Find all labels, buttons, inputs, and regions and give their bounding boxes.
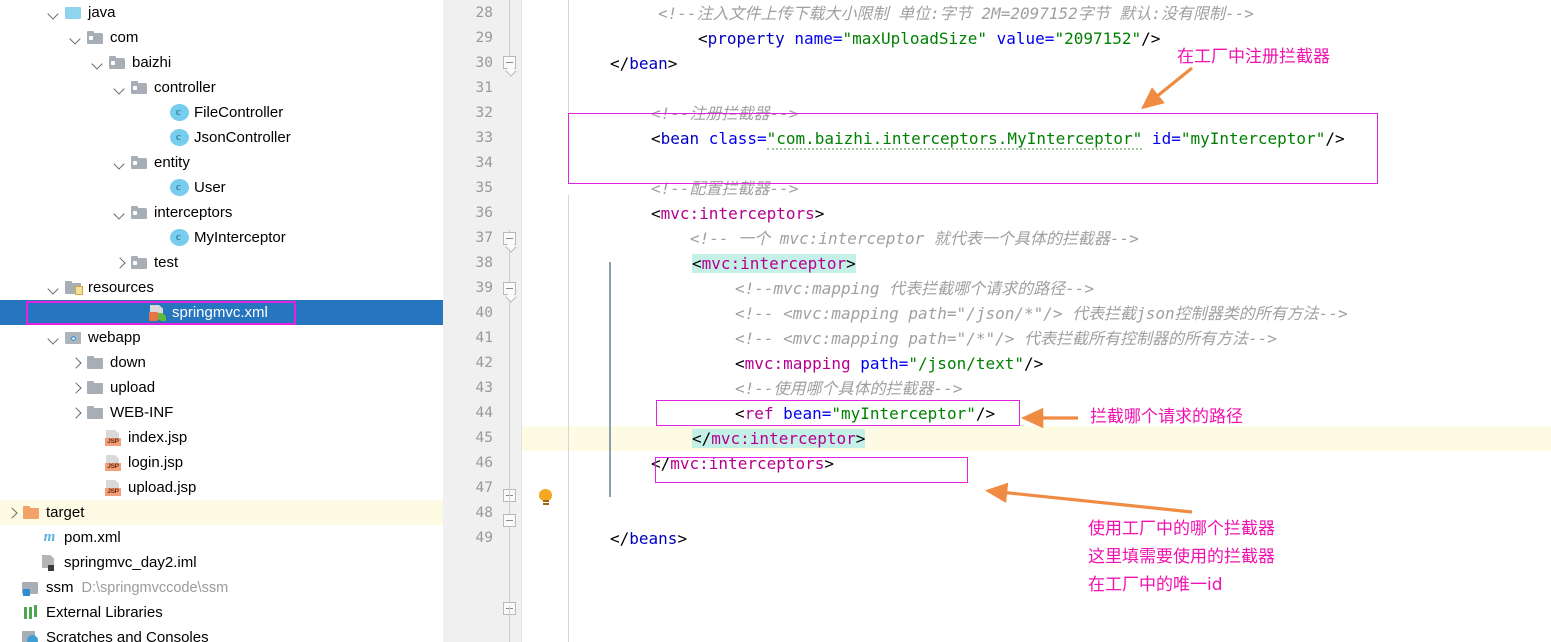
anno-which-interceptor-1: 使用工厂中的哪个拦截器 (1088, 519, 1275, 539)
annotation-arrows (984, 66, 1194, 514)
anno-which-interceptor-3: 在工厂中的唯一id (1088, 575, 1223, 595)
ide-window: java com baizhi controller c FileController c J… (0, 0, 1551, 642)
anno-which-interceptor-2: 这里填需要使用的拦截器 (1088, 547, 1275, 567)
anno-register-interceptor: 在工厂中注册拦截器 (1177, 47, 1330, 67)
anno-which-path: 拦截哪个请求的路径 (1090, 407, 1243, 427)
